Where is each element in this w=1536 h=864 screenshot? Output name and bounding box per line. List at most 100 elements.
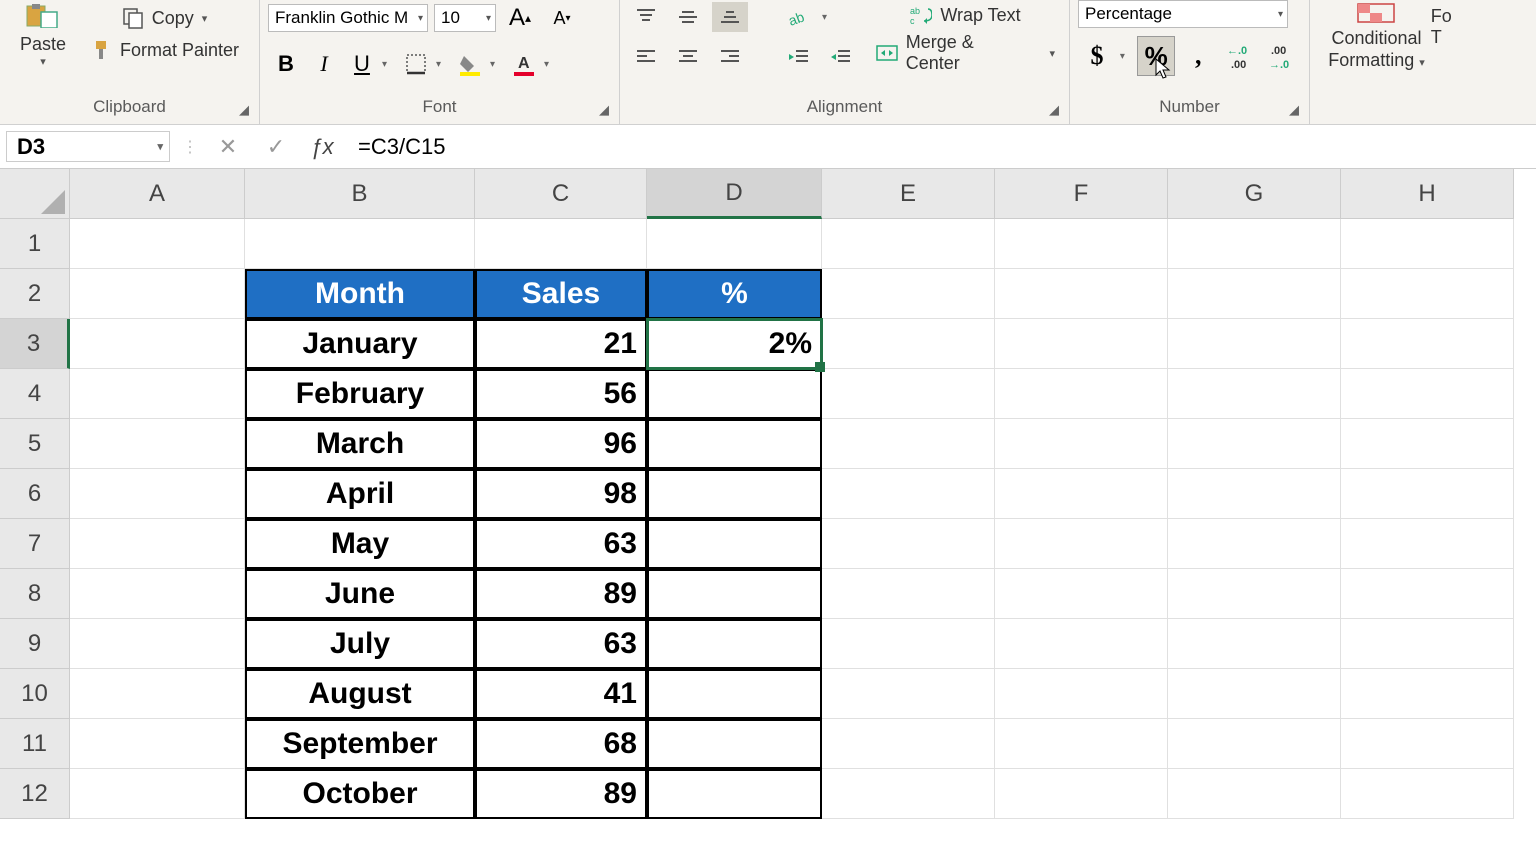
cell[interactable]: January [245,319,475,369]
cell[interactable] [1341,319,1514,369]
cell[interactable] [1168,319,1341,369]
cell[interactable] [1341,519,1514,569]
cell[interactable] [647,619,822,669]
cell[interactable]: Sales [475,269,647,319]
row-header[interactable]: 11 [0,719,70,769]
decrease-indent-button[interactable] [780,42,816,72]
cell[interactable]: August [245,669,475,719]
cell[interactable] [995,669,1168,719]
cell[interactable] [1168,469,1341,519]
font-size-combo[interactable]: 10 ▾ [434,4,496,32]
column-header[interactable]: D [647,169,822,219]
cell[interactable]: 89 [475,769,647,819]
increase-font-button[interactable]: A▴ [502,0,538,36]
cell[interactable]: May [245,519,475,569]
cell[interactable]: 68 [475,719,647,769]
orientation-button[interactable]: ab [780,2,816,32]
row-header[interactable]: 10 [0,669,70,719]
cell[interactable] [822,619,995,669]
cell[interactable] [1168,669,1341,719]
cell[interactable] [1168,419,1341,469]
font-name-combo[interactable]: Franklin Gothic M ▾ [268,4,428,32]
chevron-down-icon[interactable]: ▾ [382,59,396,70]
row-header[interactable]: 3 [0,319,70,369]
cell[interactable] [70,519,245,569]
cell[interactable] [647,219,822,269]
number-format-combo[interactable]: Percentage ▾ [1078,0,1288,28]
fx-button[interactable]: ƒx [300,125,344,168]
cell[interactable] [1168,719,1341,769]
cell[interactable] [1341,369,1514,419]
cell[interactable] [995,319,1168,369]
cell[interactable] [995,469,1168,519]
chevron-down-icon[interactable]: ▾ [822,12,836,23]
row-header[interactable]: 2 [0,269,70,319]
fill-color-button[interactable] [452,46,488,82]
cell[interactable] [70,719,245,769]
spreadsheet-grid[interactable]: ABCDEFGH 123456789101112 MonthSales%Janu… [0,169,1536,864]
row-header[interactable]: 1 [0,219,70,269]
row-header[interactable]: 6 [0,469,70,519]
cell[interactable] [647,719,822,769]
column-header[interactable]: F [995,169,1168,219]
cell[interactable] [995,369,1168,419]
cell[interactable] [647,769,822,819]
cell[interactable] [70,219,245,269]
cell[interactable]: 96 [475,419,647,469]
decrease-decimal-button[interactable]: .00→.0 [1263,36,1301,76]
cell[interactable] [1341,619,1514,669]
cell[interactable] [995,219,1168,269]
cell[interactable] [647,569,822,619]
bold-button[interactable]: B [268,46,304,82]
cell[interactable]: 63 [475,519,647,569]
cell[interactable] [475,219,647,269]
align-middle-button[interactable] [670,2,706,32]
cell[interactable]: July [245,619,475,669]
align-left-button[interactable] [628,42,664,72]
increase-decimal-button[interactable]: ←.0.00 [1221,36,1259,76]
cell[interactable] [1341,219,1514,269]
cell[interactable] [70,319,245,369]
select-all-corner[interactable] [0,169,70,219]
cell[interactable] [70,369,245,419]
cell[interactable]: 63 [475,619,647,669]
italic-button[interactable]: I [306,46,342,82]
dialog-launcher-icon[interactable]: ◢ [1289,102,1305,118]
increase-indent-button[interactable] [822,42,858,72]
cell[interactable] [647,519,822,569]
cell[interactable]: 41 [475,669,647,719]
cell[interactable] [647,469,822,519]
fill-handle[interactable] [815,362,825,372]
row-header[interactable]: 9 [0,619,70,669]
cell[interactable]: 98 [475,469,647,519]
wrap-text-button[interactable]: abc Wrap Text [870,0,1061,30]
cell[interactable] [822,369,995,419]
cell[interactable] [822,669,995,719]
cell[interactable] [1168,619,1341,669]
cell[interactable]: Month [245,269,475,319]
font-color-button[interactable]: A [506,46,542,82]
cell[interactable] [1168,369,1341,419]
row-header[interactable]: 12 [0,769,70,819]
cell[interactable]: April [245,469,475,519]
cell[interactable] [70,669,245,719]
cell[interactable] [70,569,245,619]
cell[interactable] [1341,669,1514,719]
align-right-button[interactable] [712,42,748,72]
cell[interactable] [647,369,822,419]
chevron-down-icon[interactable]: ▾ [490,59,504,70]
cell[interactable]: 21 [475,319,647,369]
cell[interactable] [245,219,475,269]
name-box[interactable]: D3 ▾ [6,131,170,162]
column-header[interactable]: G [1168,169,1341,219]
dialog-launcher-icon[interactable]: ◢ [599,102,615,118]
column-header[interactable]: A [70,169,245,219]
cell[interactable] [995,719,1168,769]
cell[interactable] [1341,469,1514,519]
cell[interactable] [70,419,245,469]
column-header[interactable]: H [1341,169,1514,219]
merge-center-button[interactable]: Merge & Center ▾ [870,38,1061,68]
align-top-button[interactable] [628,2,664,32]
cell[interactable]: October [245,769,475,819]
decrease-font-button[interactable]: A▾ [544,0,580,36]
